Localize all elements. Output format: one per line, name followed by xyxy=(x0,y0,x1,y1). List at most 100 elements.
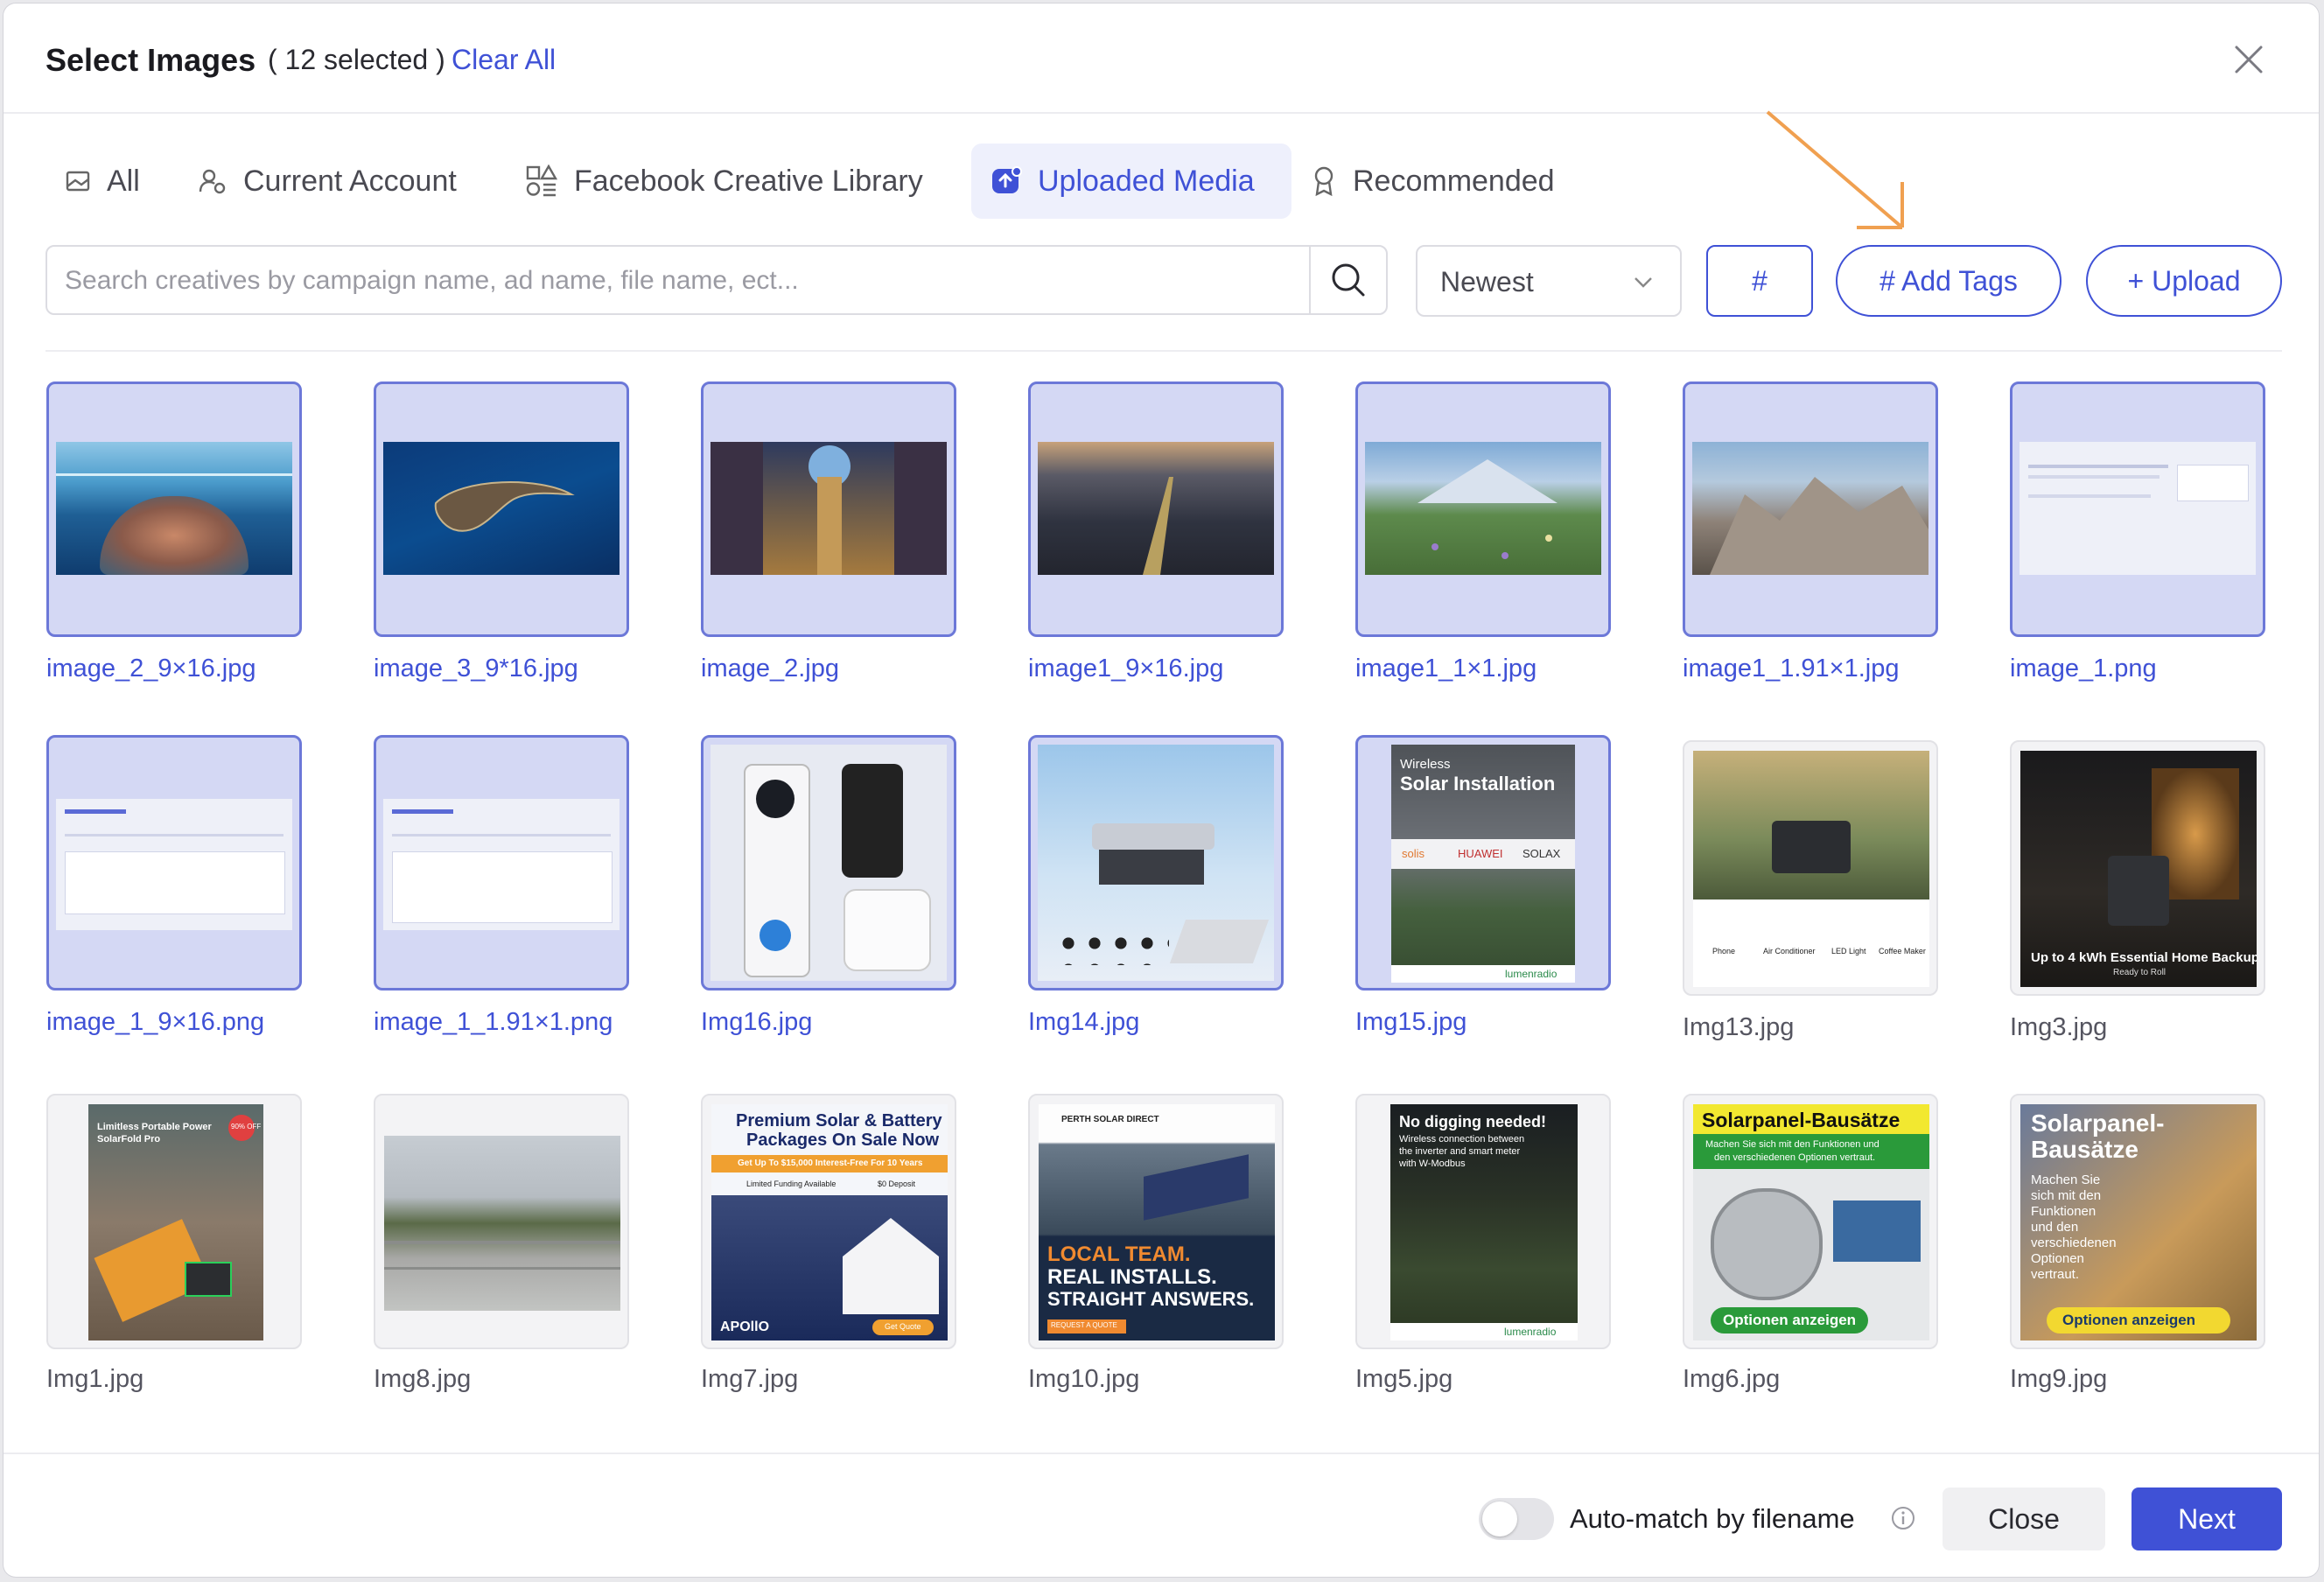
media-tile[interactable]: Premium Solar & Battery Packages On Sale… xyxy=(701,1094,956,1349)
sort-value: Newest xyxy=(1440,266,1534,298)
thumb-text: APOllO xyxy=(720,1320,770,1334)
add-tags-button[interactable]: # Add Tags xyxy=(1836,245,2062,317)
file-name: image_1_1.91×1.png xyxy=(374,1008,613,1036)
sort-select[interactable]: Newest xyxy=(1416,245,1682,317)
tab-label: Facebook Creative Library xyxy=(574,164,923,198)
thumb-text: 90% OFF xyxy=(231,1123,262,1130)
media-tile[interactable]: PERTH SOLAR DIRECT LOCAL TEAM. REAL INST… xyxy=(1028,1094,1284,1349)
thumb-text: Ready to Roll xyxy=(2113,968,2166,977)
file-name: Img6.jpg xyxy=(1683,1365,1781,1393)
media-tile[interactable] xyxy=(1355,382,1611,637)
media-tile[interactable]: Solarpanel-Bausätze Machen Sie sich mit … xyxy=(1683,1094,1938,1349)
thumb-text: lumenradio xyxy=(1505,968,1558,980)
thumb-text: Limited Funding Available xyxy=(746,1180,836,1188)
media-tile[interactable] xyxy=(374,1094,629,1349)
thumb-text: Phone xyxy=(1712,947,1736,956)
close-button[interactable]: Close xyxy=(1942,1488,2105,1550)
search-icon xyxy=(1332,263,1365,297)
media-tile[interactable] xyxy=(2010,382,2265,637)
account-settings-icon xyxy=(199,169,226,194)
file-name: Img13.jpg xyxy=(1683,1013,1795,1041)
media-tile[interactable]: Phone Air Conditioner LED Light Coffee M… xyxy=(1683,740,1938,996)
thumb-text: vertraut. xyxy=(2031,1267,2080,1282)
media-tile[interactable] xyxy=(374,735,629,990)
file-name: image1_1.91×1.jpg xyxy=(1683,654,1900,682)
thumb-text: Get Quote xyxy=(885,1322,921,1331)
tab-label: All xyxy=(107,164,140,198)
file-name: Img7.jpg xyxy=(701,1365,799,1393)
thumb-text: with W-Modbus xyxy=(1399,1158,1466,1169)
tab-current-account[interactable]: Current Account xyxy=(198,144,486,219)
thumb-text: LOCAL TEAM. xyxy=(1047,1242,1191,1266)
thumb-text: HUAWEI xyxy=(1458,847,1503,860)
tab-recommended[interactable]: Recommended xyxy=(1311,144,1600,219)
tab-facebook-creative-library[interactable]: Facebook Creative Library xyxy=(525,144,980,219)
file-name: image_2.jpg xyxy=(701,654,839,682)
thumb-text: Wireless xyxy=(1400,757,1451,772)
thumb-text: Wireless connection between xyxy=(1399,1134,1525,1144)
tab-label: Current Account xyxy=(243,164,457,198)
media-tile[interactable]: Up to 4 kWh Essential Home Backup Ready … xyxy=(2010,740,2265,996)
award-ribbon-icon xyxy=(1314,166,1334,197)
thumb-text: Optionen xyxy=(2031,1251,2084,1266)
media-tile[interactable]: Wireless Solar Installation solis HUAWEI… xyxy=(1355,735,1611,990)
thumb-text: REAL INSTALLS. xyxy=(1047,1265,1217,1289)
media-tile[interactable] xyxy=(701,735,956,990)
file-name: Img8.jpg xyxy=(374,1365,472,1393)
next-button[interactable]: Next xyxy=(2132,1488,2282,1550)
file-name: Img1.jpg xyxy=(46,1365,144,1393)
media-tile[interactable] xyxy=(374,382,629,637)
thumb-text: SolarFold Pro xyxy=(97,1134,161,1144)
thumb-text: REQUEST A QUOTE xyxy=(1051,1321,1117,1329)
auto-match-toggle[interactable] xyxy=(1479,1498,1554,1540)
thumb-text: STRAIGHT ANSWERS. xyxy=(1047,1288,1255,1310)
media-tile[interactable] xyxy=(46,735,302,990)
thumb-text: verschiedenen xyxy=(2031,1236,2117,1250)
thumb-text: Solar Installation xyxy=(1400,773,1556,794)
modal-title: Select Images xyxy=(46,42,256,78)
thumb-text: Coffee Maker xyxy=(1879,947,1926,956)
thumb-text: Optionen anzeigen xyxy=(1723,1312,1857,1328)
tab-uploaded-media[interactable]: Uploaded Media xyxy=(971,144,1292,219)
thumb-text: SOLAX xyxy=(1522,847,1561,860)
thumb-text: Packages On Sale Now xyxy=(746,1130,940,1150)
thumb-text: $0 Deposit xyxy=(878,1180,916,1188)
media-tile[interactable] xyxy=(1683,382,1938,637)
media-tile[interactable] xyxy=(1028,735,1284,990)
thumb-text: Air Conditioner xyxy=(1763,947,1816,956)
tag-filter-button[interactable]: # xyxy=(1706,245,1813,317)
thumb-text: LED Light xyxy=(1831,947,1866,956)
clear-all-link[interactable]: Clear All xyxy=(452,44,556,76)
annotation-arrow xyxy=(1766,110,1904,229)
tab-all[interactable]: All xyxy=(46,144,166,219)
file-name: image_2_9×16.jpg xyxy=(46,654,256,682)
thumb-text: Limitless Portable Power xyxy=(97,1122,212,1132)
thumb-text: Funktionen xyxy=(2031,1204,2096,1219)
close-icon[interactable] xyxy=(2231,42,2266,77)
thumb-text: Optionen anzeigen xyxy=(2062,1312,2196,1328)
thumb-text: lumenradio xyxy=(1504,1326,1557,1338)
thumb-text: Solarpanel-Bausätze xyxy=(1702,1109,1900,1131)
file-name: Img14.jpg xyxy=(1028,1008,1140,1036)
media-tile[interactable] xyxy=(46,382,302,637)
thumb-text: Get Up To $15,000 Interest-Free For 10 Y… xyxy=(738,1158,923,1168)
media-tile[interactable]: Solarpanel- Bausätze Machen Sie sich mit… xyxy=(2010,1094,2265,1349)
media-tile[interactable]: Limitless Portable Power SolarFold Pro 9… xyxy=(46,1094,302,1349)
thumb-text: No digging needed! xyxy=(1399,1113,1546,1130)
tab-label: Uploaded Media xyxy=(1038,164,1255,198)
thumb-text: den verschiedenen Optionen vertraut. xyxy=(1714,1152,1876,1163)
thumb-text: solis xyxy=(1402,847,1425,860)
search-button[interactable] xyxy=(1309,247,1386,313)
selected-count: ( 12 selected ) xyxy=(268,44,445,75)
thumb-text: Machen Sie xyxy=(2031,1172,2101,1187)
upload-button[interactable]: + Upload xyxy=(2086,245,2282,317)
info-icon[interactable] xyxy=(1890,1505,1916,1531)
auto-match-label: Auto-match by filename xyxy=(1570,1503,1855,1534)
media-tile[interactable]: No digging needed! Wireless connection b… xyxy=(1355,1094,1611,1349)
thumb-text: the inverter and smart meter xyxy=(1399,1146,1521,1157)
file-name: image_1.png xyxy=(2010,654,2157,682)
media-tile[interactable] xyxy=(1028,382,1284,637)
file-name: Img5.jpg xyxy=(1355,1365,1453,1393)
search-input[interactable] xyxy=(63,247,1326,315)
media-tile[interactable] xyxy=(701,382,956,637)
